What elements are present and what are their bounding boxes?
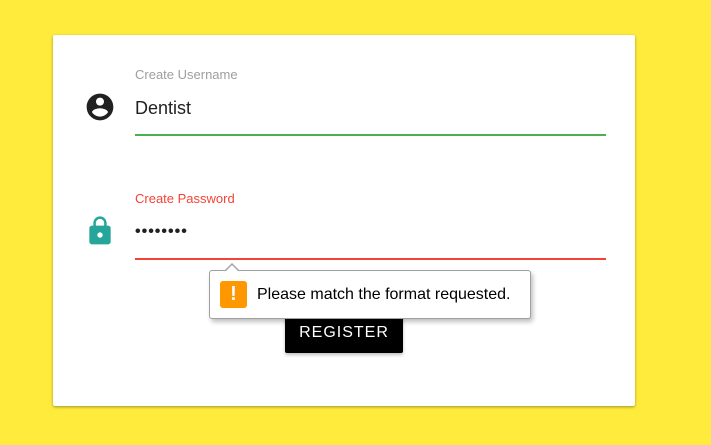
password-label: Create Password <box>135 191 235 206</box>
password-underline <box>135 258 606 260</box>
username-input[interactable] <box>135 91 606 125</box>
validation-tooltip: ! Please match the format requested. <box>209 263 531 319</box>
tooltip-message: Please match the format requested. <box>257 286 511 303</box>
register-button[interactable]: REGISTER <box>285 313 403 353</box>
warning-icon: ! <box>220 281 247 308</box>
lock-icon <box>89 216 111 245</box>
username-label: Create Username <box>135 67 238 82</box>
tooltip-arrow-inner <box>225 265 239 272</box>
password-input[interactable] <box>135 215 606 249</box>
account-circle-icon <box>86 93 114 121</box>
registration-card: Create Username Create Password REGISTER <box>53 35 635 406</box>
username-underline <box>135 134 606 136</box>
